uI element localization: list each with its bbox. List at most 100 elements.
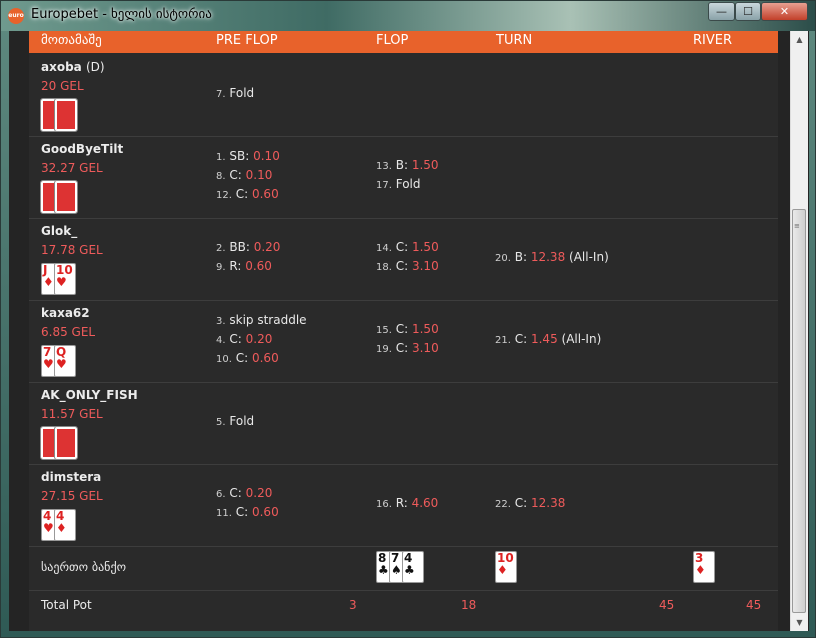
card-suit-icon: ♥ (56, 275, 67, 289)
player-balance: 17.78 GEL (41, 243, 103, 257)
window-title: Europebet - ხელის ისტორია (31, 7, 212, 22)
action-amount: 1.50 (411, 322, 439, 336)
player-name-text: axoba (41, 60, 82, 74)
action-flop: 17. Fold (376, 177, 421, 191)
community-cards-row: საერთო ბანქო 8 ♣ 7 ♠ 4 ♣ 10 ♦ 3 ♦ (29, 546, 778, 591)
card-back (54, 98, 78, 132)
player-row: Glok_ 17.78 GEL J ♦ 10 ♥ 2. BB: 0.20 9. R: 0.60… (29, 218, 778, 301)
header-preflop: PRE FLOP (216, 33, 278, 48)
action-amount: 0.20 (245, 332, 273, 346)
header-player: მოთამაშე (41, 33, 102, 48)
action-amount: 0.10 (245, 168, 273, 182)
close-button[interactable]: ✕ (761, 2, 808, 21)
minimize-button[interactable]: — (708, 2, 735, 21)
all-in-label: (All-In) (561, 332, 602, 346)
action-type: C: (395, 259, 409, 273)
action-type: C: (229, 332, 242, 346)
player-name: GoodByeTilt (41, 142, 123, 156)
hand-history-panel: მოთამაშე PRE FLOP FLOP TURN RIVER axoba … (9, 31, 809, 631)
action-amount: 0.60 (245, 259, 272, 273)
board-card: 4 ♣ (402, 551, 424, 583)
action-amount: 0.20 (253, 240, 281, 254)
hole-card: 10 ♥ (54, 263, 76, 295)
card-suit-icon: ♣ (404, 563, 415, 577)
action-type: SB: (229, 149, 250, 163)
action-type: B: (395, 158, 409, 172)
hole-card: Q ♥ (54, 345, 76, 377)
action-amount: 3.10 (411, 259, 439, 273)
player-name-text: Glok_ (41, 224, 78, 238)
action-type: Fold (229, 414, 255, 428)
action-amount: 1.45 (530, 332, 558, 346)
action-number: 3. (216, 316, 226, 327)
vertical-scrollbar[interactable]: ▲ ≡ ▼ (790, 31, 808, 631)
action-type: C: (229, 168, 242, 182)
action-type: R: (395, 496, 408, 510)
board-card: 3 ♦ (693, 551, 715, 583)
action-type: C: (235, 505, 249, 519)
europebet-logo-icon: euro (8, 8, 24, 24)
action-number: 9. (216, 262, 226, 273)
scroll-up-icon[interactable]: ▲ (791, 31, 808, 48)
app-window: euro Europebet - ხელის ისტორია — ☐ ✕ მოთ… (0, 0, 816, 638)
card-back (54, 180, 78, 214)
action-type: C: (514, 496, 528, 510)
action-type: C: (229, 486, 242, 500)
maximize-button[interactable]: ☐ (735, 2, 761, 21)
action-number: 21. (495, 335, 511, 346)
player-name: kaxa62 (41, 306, 90, 320)
header-turn: TURN (496, 33, 533, 48)
action-number: 4. (216, 335, 226, 346)
action-type: C: (395, 341, 409, 355)
card-suit-icon: ♥ (43, 521, 54, 535)
pot-preflop: 3 (349, 598, 357, 612)
action-preflop: 8. C: 0.10 (216, 168, 272, 182)
scroll-down-icon[interactable]: ▼ (791, 614, 808, 631)
action-preflop: 1. SB: 0.10 (216, 149, 280, 163)
card-suit-icon: ♦ (497, 563, 508, 577)
player-row: axoba (D) 20 GEL 7. Fold (29, 54, 778, 137)
hole-card: 4 ♦ (54, 509, 76, 541)
action-type: C: (395, 322, 409, 336)
action-number: 11. (216, 508, 232, 519)
action-preflop: 6. C: 0.20 (216, 486, 272, 500)
player-name: Glok_ (41, 224, 77, 238)
action-turn: 21. C: 1.45 (All-In) (495, 332, 601, 346)
card-suit-icon: ♥ (43, 357, 54, 371)
table-header: მოთამაშე PRE FLOP FLOP TURN RIVER (29, 31, 778, 53)
board-card: 10 ♦ (495, 551, 517, 583)
player-balance: 11.57 GEL (41, 407, 103, 421)
player-row: AK_ONLY_FISH 11.57 GEL 5. Fold (29, 382, 778, 465)
player-row: dimstera 27.15 GEL 4 ♥ 4 ♦ 6. C: 0.20 11. C: 0.… (29, 464, 778, 547)
player-balance: 32.27 GEL (41, 161, 103, 175)
action-number: 5. (216, 417, 226, 428)
action-amount: 12.38 (530, 250, 566, 264)
action-number: 8. (216, 171, 226, 182)
player-balance: 27.15 GEL (41, 489, 103, 503)
action-preflop: 5. Fold (216, 414, 254, 428)
pot-turn: 45 (659, 598, 675, 612)
action-type: BB: (229, 240, 250, 254)
player-name-text: kaxa62 (41, 306, 90, 320)
action-turn: 20. B: 12.38 (All-In) (495, 250, 609, 264)
player-row: kaxa62 6.85 GEL 7 ♥ Q ♥ 3. skip straddle 4. C: … (29, 300, 778, 383)
action-flop: 13. B: 1.50 (376, 158, 439, 172)
card-suit-icon: ♠ (391, 563, 402, 577)
player-row: GoodByeTilt 32.27 GEL 1. SB: 0.10 8. C: 0.1… (29, 136, 778, 219)
card-suit-icon: ♦ (695, 563, 706, 577)
action-type: Fold (229, 86, 255, 100)
title-bar[interactable]: euro Europebet - ხელის ისტორია — ☐ ✕ (1, 1, 815, 31)
action-flop: 15. C: 1.50 (376, 322, 439, 336)
action-preflop: 12. C: 0.60 (216, 187, 279, 201)
action-type: C: (235, 351, 249, 365)
player-name-text: dimstera (41, 470, 102, 484)
action-number: 6. (216, 489, 226, 500)
scrollbar-thumb[interactable] (792, 209, 806, 613)
action-preflop: 10. C: 0.60 (216, 351, 279, 365)
player-name-text: GoodByeTilt (41, 142, 124, 156)
header-river: RIVER (693, 33, 733, 48)
action-type: R: (229, 259, 242, 273)
action-number: 2. (216, 243, 226, 254)
action-number: 17. (376, 180, 392, 191)
pot-river: 45 (746, 598, 762, 612)
